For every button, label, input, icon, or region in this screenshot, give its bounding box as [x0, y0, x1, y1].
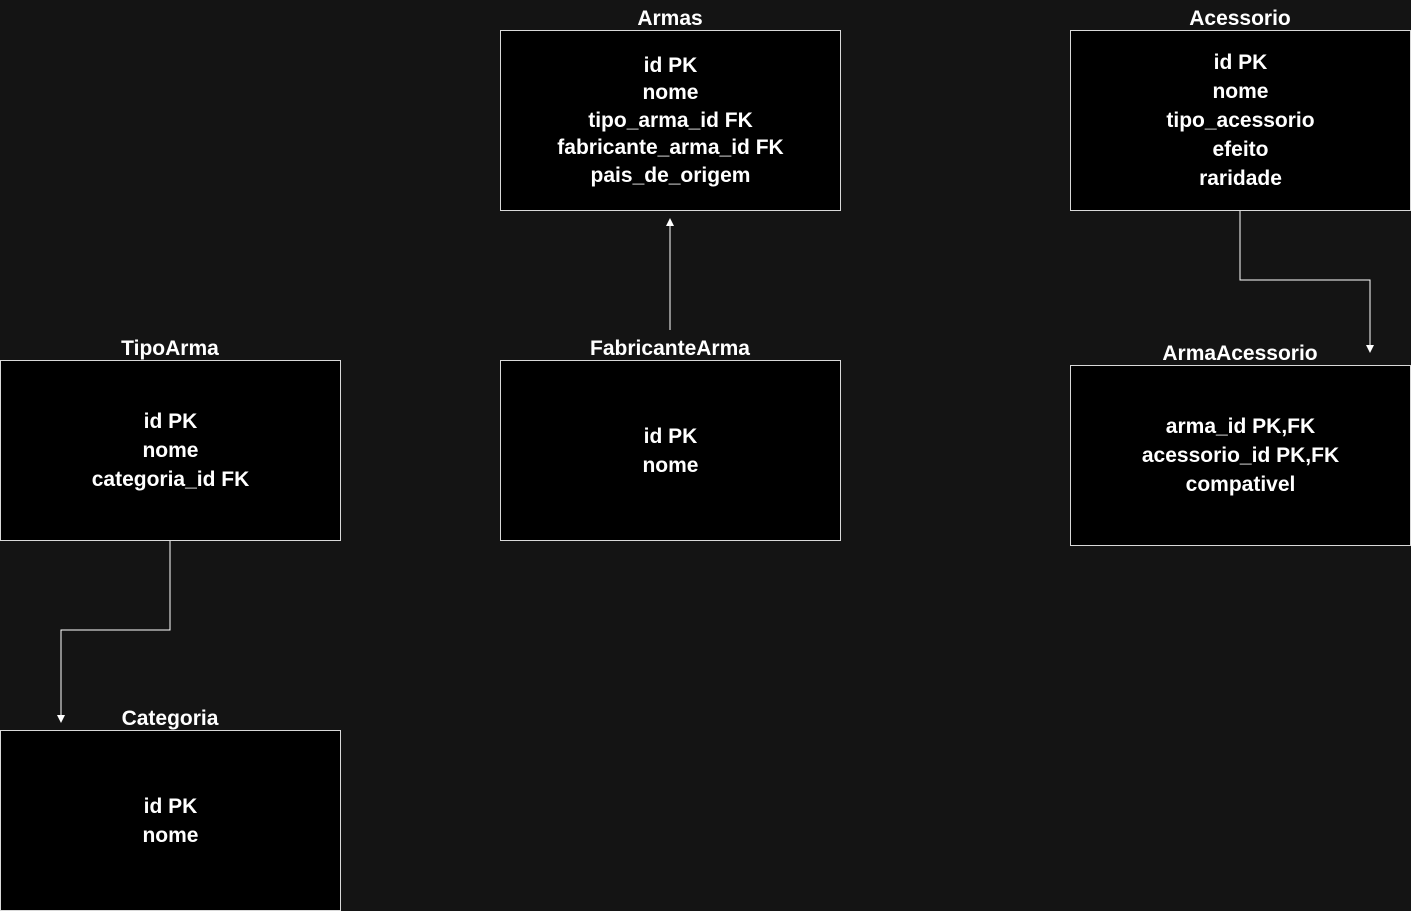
entity-title-armas: Armas: [637, 7, 703, 30]
field-armas-id: id PK: [643, 53, 698, 77]
entity-box-fabricantearma[interactable]: id PK nome: [500, 360, 841, 541]
field-acessorio-tipo-acessorio: tipo_acessorio: [1166, 109, 1315, 132]
field-armaacessorio-compativel: compativel: [1185, 473, 1296, 496]
field-armas-tipo-arma-id: tipo_arma_id FK: [588, 108, 753, 132]
entity-title-fabricantearma: FabricanteArma: [590, 337, 750, 360]
field-tipoarma-nome: nome: [142, 439, 199, 462]
field-armas-pais-de-origem: pais_de_origem: [590, 163, 751, 187]
field-categoria-id: id PK: [143, 794, 198, 818]
field-fabricantearma-nome: nome: [642, 453, 699, 477]
field-tipoarma-categoria-id: categoria_id FK: [91, 468, 250, 491]
field-acessorio-id: id PK: [1213, 51, 1268, 74]
field-fabricantearma-id: id PK: [643, 424, 698, 448]
field-armaacessorio-acessorio-id: acessorio_id PK,FK: [1141, 444, 1340, 467]
field-acessorio-efeito: efeito: [1212, 138, 1269, 161]
connector-tipoarma-to-categoria[interactable]: [57, 541, 171, 723]
entity-box-tipoarma[interactable]: id PK nome categoria_id FK: [0, 360, 341, 541]
field-armaacessorio-arma-id: arma_id PK,FK: [1165, 415, 1316, 438]
entity-box-acessorio[interactable]: id PK nome tipo_acessorio efeito raridad…: [1070, 30, 1411, 211]
field-tipoarma-id: id PK: [143, 410, 198, 433]
entity-title-categoria: Categoria: [121, 707, 219, 730]
connector-acessorio-to-armaacessorio[interactable]: [1239, 211, 1374, 353]
entity-box-armas[interactable]: id PK nome tipo_arma_id FK fabricante_ar…: [500, 30, 841, 211]
field-armas-nome: nome: [642, 81, 699, 105]
entity-title-armaacessorio: ArmaAcessorio: [1162, 342, 1318, 365]
entity-box-categoria[interactable]: id PK nome: [0, 730, 341, 911]
field-categoria-nome: nome: [142, 823, 199, 847]
field-acessorio-nome: nome: [1212, 80, 1269, 103]
field-acessorio-raridade: raridade: [1199, 167, 1282, 190]
field-armas-fabricante-arma-id: fabricante_arma_id FK: [557, 136, 784, 160]
entity-title-tipoarma: TipoArma: [121, 337, 219, 360]
entity-box-armaacessorio[interactable]: arma_id PK,FK acessorio_id PK,FK compati…: [1070, 365, 1411, 546]
er-diagram-canvas: Armas id PK nome tipo_arma_id FK fabrica…: [0, 0, 1411, 911]
entity-title-acessorio: Acessorio: [1189, 7, 1291, 30]
